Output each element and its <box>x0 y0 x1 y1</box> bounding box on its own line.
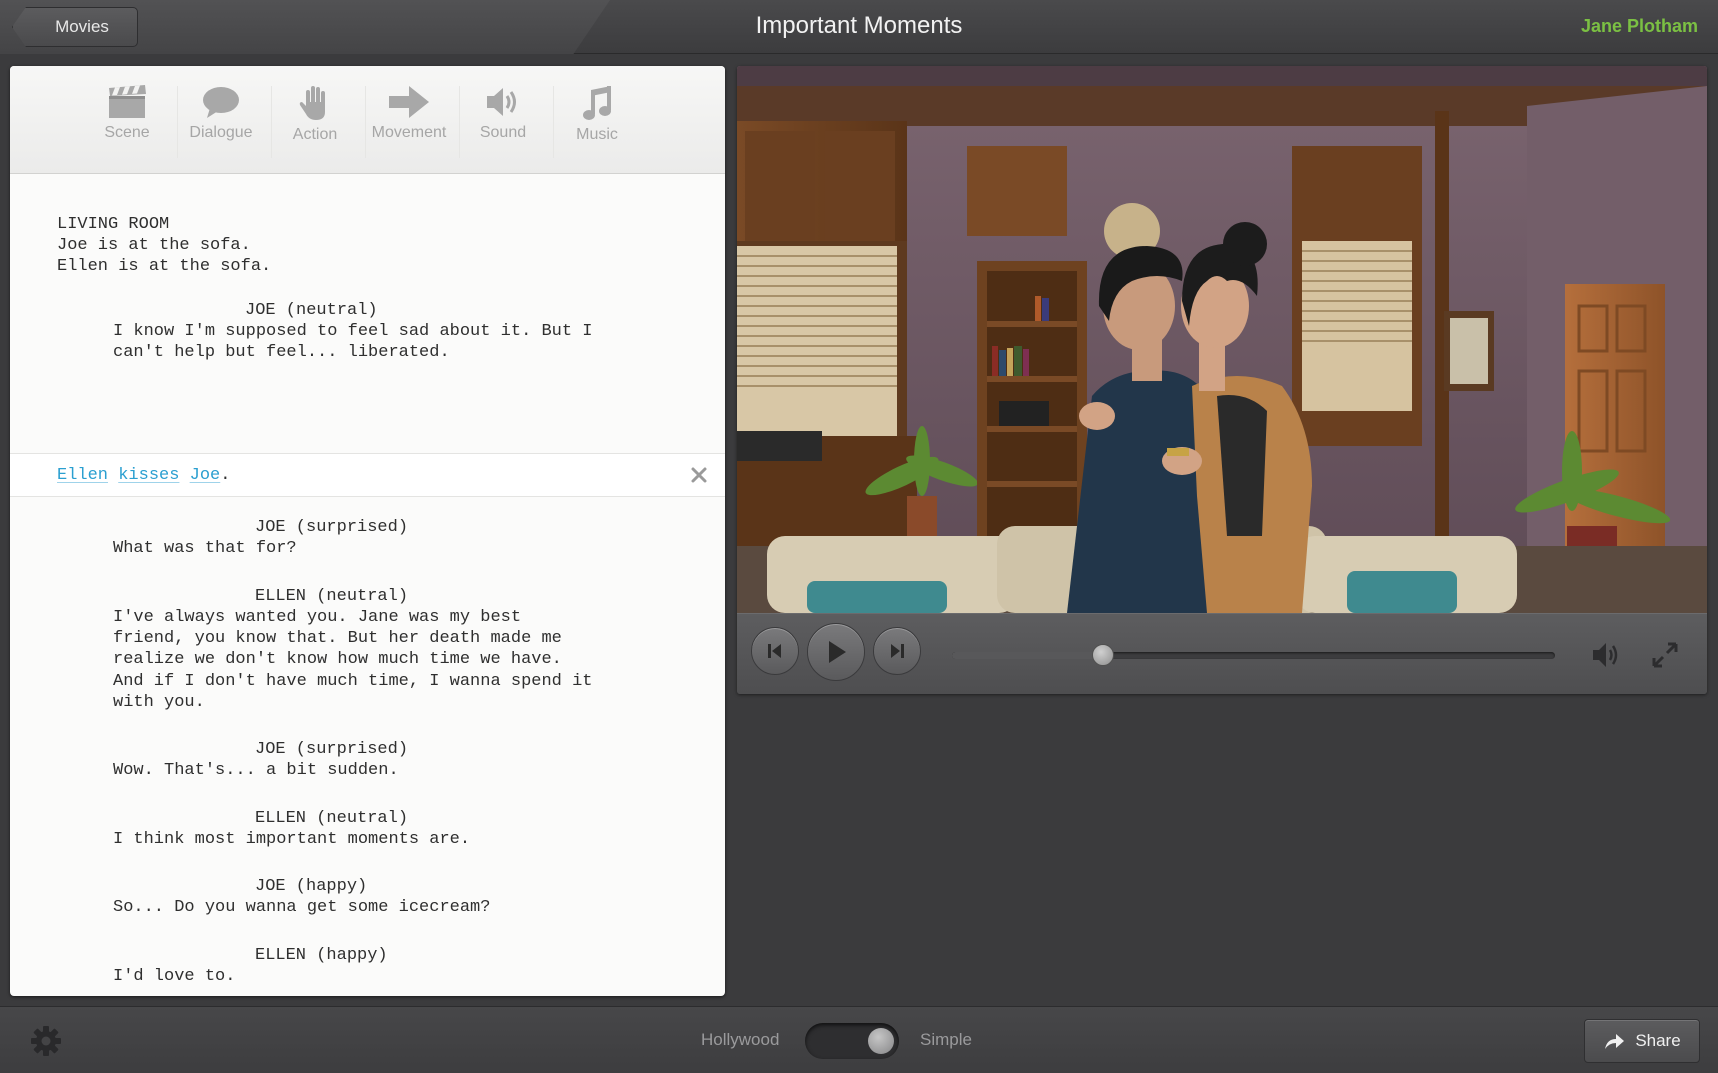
bottom-bar: Hollywood Simple Share <box>0 1006 1718 1073</box>
player-controls <box>737 613 1707 694</box>
dialogue-line: I've always wanted you. Jane was my best <box>113 608 522 627</box>
speech-bubble-icon <box>203 87 239 118</box>
scrubber-handle[interactable] <box>1091 644 1114 666</box>
action-object[interactable]: Joe <box>190 466 221 485</box>
dialogue-line: I think most important moments are. <box>113 830 471 849</box>
mode-simple-label: Simple <box>920 1030 972 1049</box>
dialogue-speaker: JOE (surprised) <box>255 740 409 759</box>
share-arrow-icon <box>1605 1034 1625 1049</box>
action-verb[interactable]: kisses <box>118 466 179 485</box>
skip-back-icon <box>768 644 781 658</box>
play-icon <box>829 641 846 663</box>
mode-toggle-knob <box>868 1028 894 1054</box>
scrubber-track[interactable] <box>952 644 1555 666</box>
previous-button[interactable] <box>751 627 799 675</box>
tool-scene[interactable]: Scene <box>82 84 172 164</box>
hand-icon <box>299 86 325 120</box>
mode-hollywood-label: Hollywood <box>701 1030 780 1049</box>
tool-action-label: Action <box>292 126 338 143</box>
share-label: Share <box>1635 1031 1681 1050</box>
tool-music-label: Music <box>576 126 618 143</box>
dialogue-speaker: JOE (happy) <box>255 877 368 896</box>
dialogue-line: realize we don't know how much time we h… <box>113 650 562 669</box>
top-bar: Movies Important Moments Jane Plotham <box>0 0 1718 54</box>
tool-sound-label: Sound <box>479 124 527 141</box>
play-button[interactable] <box>807 623 865 681</box>
action-period: . <box>220 466 231 485</box>
video-player <box>737 66 1707 694</box>
script-panel: Scene Dialogue Action Movement Sound Mus… <box>10 66 725 996</box>
dialogue-speaker: ELLEN (happy) <box>255 946 388 965</box>
script-editor[interactable]: LIVING ROOM Joe is at the sofa. Ellen is… <box>10 174 725 996</box>
page-title: Important Moments <box>755 12 963 39</box>
scrubber-progress <box>952 652 1103 659</box>
dialogue-line: can't help but feel... liberated. <box>113 343 450 362</box>
volume-icon[interactable] <box>1591 640 1623 670</box>
tool-scene-label: Scene <box>104 124 150 141</box>
scene-line: Ellen is at the sofa. <box>57 257 272 276</box>
tool-dialogue-label: Dialogue <box>189 124 253 141</box>
skip-forward-icon <box>891 644 904 658</box>
action-text: Ellen kisses Joe. <box>57 465 230 487</box>
tool-action[interactable]: Action <box>270 84 360 164</box>
action-subject[interactable]: Ellen <box>57 466 108 485</box>
dialogue-speaker: ELLEN (neutral) <box>255 809 409 828</box>
action-row-selected[interactable]: Ellen kisses Joe. <box>10 453 725 497</box>
scene-line: Joe is at the sofa. <box>57 236 251 255</box>
dialogue-speaker: ELLEN (neutral) <box>255 587 409 606</box>
mode-toggle[interactable] <box>805 1023 899 1059</box>
fullscreen-icon[interactable] <box>1650 640 1680 670</box>
arrow-right-icon <box>389 86 429 118</box>
element-toolbar: Scene Dialogue Action Movement Sound Mus… <box>10 66 725 174</box>
dialogue-line: Wow. That's... a bit sudden. <box>113 761 399 780</box>
scene-heading: LIVING ROOM <box>57 215 170 234</box>
dialogue-line: So... Do you wanna get some icecream? <box>113 898 491 917</box>
tool-music[interactable]: Music <box>552 84 642 164</box>
tool-sound[interactable]: Sound <box>458 84 548 164</box>
dialogue-speaker: JOE (surprised) <box>255 518 409 537</box>
dialogue-line: I know I'm supposed to feel sad about it… <box>113 322 593 341</box>
video-frame[interactable] <box>737 66 1707 613</box>
close-icon[interactable] <box>689 465 709 485</box>
window-blinds-left <box>737 246 897 436</box>
dialogue-line: What was that for? <box>113 539 297 558</box>
next-button[interactable] <box>873 627 921 675</box>
tool-dialogue[interactable]: Dialogue <box>176 84 266 164</box>
dialogue-line: I'd love to. <box>113 967 236 986</box>
clapperboard-icon <box>109 85 146 118</box>
gear-icon[interactable] <box>30 1025 62 1057</box>
tool-movement[interactable]: Movement <box>364 84 454 164</box>
dialogue-line: friend, you know that. But her death mad… <box>113 629 562 648</box>
share-button[interactable]: Share <box>1584 1019 1700 1063</box>
user-name[interactable]: Jane Plotham <box>1581 16 1698 37</box>
music-note-icon <box>583 86 611 120</box>
dialogue-speaker: JOE (neutral) <box>245 301 378 320</box>
tool-movement-label: Movement <box>371 124 447 141</box>
speaker-icon <box>487 88 516 116</box>
dialogue-line: with you. <box>113 693 205 712</box>
dialogue-line: And if I don't have much time, I wanna s… <box>113 672 593 691</box>
